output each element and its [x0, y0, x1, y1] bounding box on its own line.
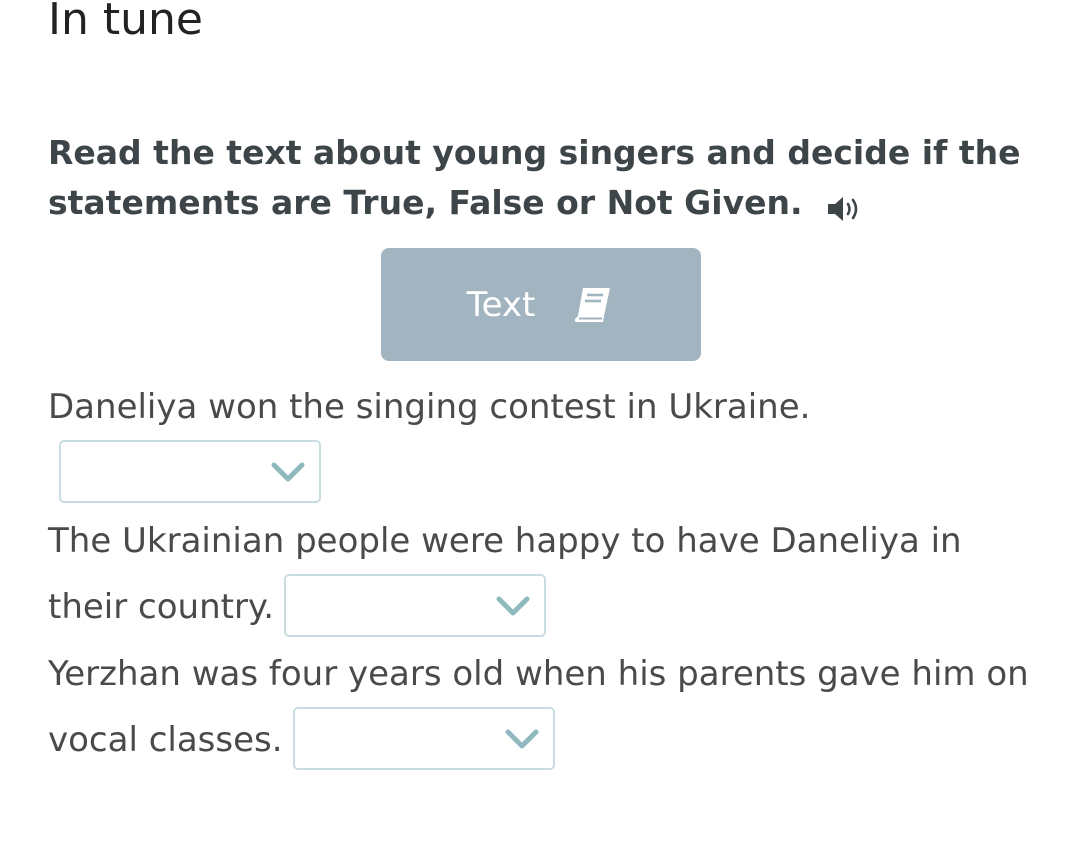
- chevron-down-icon: [505, 729, 539, 748]
- question-1: Daneliya won the singing contest in Ukra…: [48, 374, 1038, 503]
- question-1-text: Daneliya won the singing contest in Ukra…: [48, 387, 811, 427]
- chevron-down-icon: [496, 596, 530, 615]
- speaker-icon[interactable]: [825, 189, 865, 221]
- answer-dropdown-2[interactable]: [284, 574, 547, 637]
- text-button-label: Text: [466, 284, 536, 325]
- answer-dropdown-1[interactable]: [59, 440, 321, 503]
- instruction-text: Read the text about young singers and de…: [48, 128, 1038, 228]
- answer-dropdown-3[interactable]: [292, 707, 555, 770]
- instruction-label: Read the text about young singers and de…: [48, 133, 1021, 222]
- page-title: In tune: [48, 0, 203, 45]
- question-2: The Ukrainian people were happy to have …: [48, 508, 1038, 640]
- chevron-down-icon: [271, 462, 305, 481]
- question-3: Yerzhan was four years old when his pare…: [48, 641, 1038, 773]
- book-icon: [573, 285, 615, 325]
- text-button[interactable]: Text: [381, 248, 701, 361]
